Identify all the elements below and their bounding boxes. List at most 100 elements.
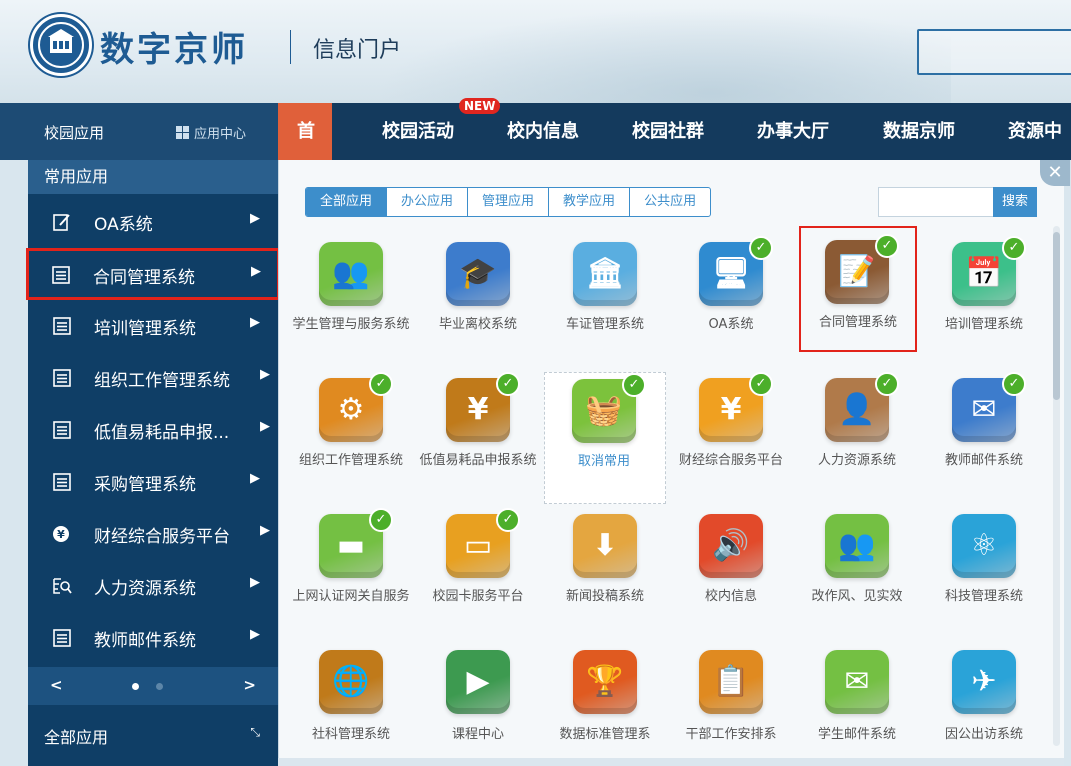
campus-apps-header: 校园应用 应用中心 xyxy=(0,103,278,160)
app-tile[interactable]: ▭ ✓ 校园卡服务平台 xyxy=(419,508,541,628)
sidebar-item-label: OA系统 xyxy=(94,215,153,235)
tab-teaching-apps[interactable]: 教学应用 xyxy=(549,188,631,216)
sidebar-item-label: 合同管理系统 xyxy=(93,268,195,288)
new-badge: NEW xyxy=(459,98,501,114)
app-tile[interactable]: ▶ 课程中心 xyxy=(419,644,541,764)
scrollbar-thumb[interactable] xyxy=(1053,232,1060,400)
grid-icon xyxy=(176,126,189,139)
search-button[interactable]: 搜索 xyxy=(993,187,1037,217)
app-tile[interactable]: 📅 ✓ 培训管理系统 xyxy=(925,236,1047,356)
university-logo[interactable] xyxy=(30,14,92,76)
graduation-cap-icon: 🎓 xyxy=(446,242,510,306)
app-tile[interactable]: 🎓 毕业离校系统 xyxy=(419,236,541,356)
checkmark-icon: ✓ xyxy=(369,508,393,532)
app-tile[interactable]: ⚛ 科技管理系统 xyxy=(925,508,1047,628)
finance-icon: ¥ xyxy=(52,524,72,544)
nav-service-hall[interactable]: 办事大厅 xyxy=(757,103,829,160)
list-icon xyxy=(52,420,72,440)
app-tile[interactable]: 👥 改作风、见实效 xyxy=(798,508,920,628)
speaker-icon: 🔊 xyxy=(699,514,763,578)
app-name: 校内信息 xyxy=(704,589,757,604)
app-search-input[interactable] xyxy=(878,187,994,217)
clipboard-icon: 📋 xyxy=(699,650,763,714)
app-tile[interactable]: ✉ ✓ 教师邮件系统 xyxy=(925,372,1047,492)
sidebar-item-contract[interactable]: 合同管理系统 ▶ xyxy=(26,248,280,300)
app-tile[interactable]: 🔊 校内信息 xyxy=(672,508,794,628)
header-search-input[interactable] xyxy=(917,29,1071,75)
all-apps-link[interactable]: 全部应用 ⤡ xyxy=(28,711,278,761)
sidebar-item-procurement[interactable]: 采购管理系统 ▶ xyxy=(28,456,278,508)
app-name: 低值易耗品申报系统 xyxy=(419,453,537,468)
close-button[interactable]: ✕ xyxy=(1040,160,1070,186)
chevron-right-icon: ▶ xyxy=(250,315,260,330)
pager-next-button[interactable]: > xyxy=(243,676,256,694)
app-tile[interactable]: ⚙ ✓ 组织工作管理系统 xyxy=(292,372,414,492)
list-icon xyxy=(52,628,72,648)
list-icon xyxy=(52,368,72,388)
sidebar-item-hr[interactable]: 人力资源系统 ▶ xyxy=(28,560,278,612)
nav-campus-activities[interactable]: 校园活动 xyxy=(382,103,454,160)
nav-resource-center[interactable]: 资源中 xyxy=(1008,103,1062,160)
sidebar: 常用应用 OA系统 ▶ 合同管理系统 ▶ 培训管理系统 ▶ 组织工作管理系统 ▶… xyxy=(26,160,280,766)
app-center-label: 应用中心 xyxy=(194,127,247,142)
svg-text:¥: ¥ xyxy=(57,528,65,541)
chevron-right-icon: ▶ xyxy=(250,211,260,226)
sidebar-item-finance[interactable]: ¥ 财经综合服务平台 ▶ xyxy=(28,508,278,560)
app-tile[interactable]: 👤 ✓ 人力资源系统 xyxy=(798,372,920,492)
sidebar-item-teacher-mail[interactable]: 教师邮件系统 ▶ xyxy=(28,612,278,664)
airplane-globe-icon: ✈ xyxy=(952,650,1016,714)
chevron-right-icon: ▶ xyxy=(250,627,260,642)
expand-icon: ⤡ xyxy=(250,725,260,739)
app-tile[interactable]: ▬ ✓ 上网认证网关自服务 xyxy=(292,508,414,628)
app-name: 教师邮件系统 xyxy=(944,453,1023,468)
nav-campus-community[interactable]: 校园社群 xyxy=(632,103,704,160)
chevron-right-icon: ▶ xyxy=(251,264,261,279)
checkmark-icon: ✓ xyxy=(496,508,520,532)
sidebar-title: 常用应用 xyxy=(28,160,278,194)
checkmark-icon: ✓ xyxy=(369,372,393,396)
sidebar-item-oa[interactable]: OA系统 ▶ xyxy=(28,196,278,248)
chevron-right-icon: ▶ xyxy=(250,575,260,590)
app-tile[interactable]: ¥ ✓ 财经综合服务平台 xyxy=(672,372,794,492)
app-tile[interactable]: 📋 干部工作安排系 xyxy=(672,644,794,764)
nav-campus-info[interactable]: 校内信息 xyxy=(507,103,579,160)
tab-office-apps[interactable]: 办公应用 xyxy=(387,188,469,216)
tab-public-apps[interactable]: 公共应用 xyxy=(630,188,710,216)
app-tile[interactable]: 🖥 ✓ OA系统 xyxy=(672,236,794,356)
nav-data-jingshi[interactable]: 数据京师 xyxy=(883,103,955,160)
app-name: 新闻投稿系统 xyxy=(565,589,644,604)
sidebar-item-organization[interactable]: 组织工作管理系统 ▶ xyxy=(28,352,278,404)
app-name: 因公出访系统 xyxy=(944,727,1023,742)
app-tile[interactable]: 🏆 数据标准管理系 xyxy=(546,644,668,764)
atom-icon: ⚛ xyxy=(952,514,1016,578)
app-tile[interactable]: 🌐 社科管理系统 xyxy=(292,644,414,764)
app-tile[interactable]: 🧺 ✓ 取消常用 xyxy=(544,372,666,504)
app-name: 科技管理系统 xyxy=(944,589,1023,604)
nav-home[interactable]: 首页 xyxy=(278,103,332,199)
checkmark-icon: ✓ xyxy=(875,372,899,396)
app-name: 车证管理系统 xyxy=(565,317,644,332)
app-tile[interactable]: 👥 学生管理与服务系统 xyxy=(292,236,414,356)
header-background-art xyxy=(351,0,951,103)
main-nav: 校园应用 应用中心 首页 校园活动 校内信息 校园社群 办事大厅 数据京师 资源… xyxy=(0,103,1071,199)
checkmark-icon: ✓ xyxy=(875,234,899,258)
pager-dot-active[interactable] xyxy=(132,683,139,690)
app-tile[interactable]: ✉ 学生邮件系统 xyxy=(798,644,920,764)
app-tile[interactable]: ✈ 因公出访系统 xyxy=(925,644,1047,764)
app-tile[interactable]: 🏛 车证管理系统 xyxy=(546,236,668,356)
app-tile[interactable]: ¥ ✓ 低值易耗品申报系统 xyxy=(419,372,541,492)
app-building-icon: 🏛 xyxy=(573,242,637,306)
sidebar-item-consumables[interactable]: 低值易耗品申报... ▶ xyxy=(28,404,278,456)
tab-all-apps[interactable]: 全部应用 xyxy=(306,188,388,216)
app-tile[interactable]: 📝 ✓ 合同管理系统 xyxy=(799,226,917,352)
checkmark-icon: ✓ xyxy=(749,372,773,396)
app-name: 毕业离校系统 xyxy=(438,317,517,332)
tab-management-apps[interactable]: 管理应用 xyxy=(468,188,550,216)
app-tile[interactable]: ⬇ 新闻投稿系统 xyxy=(546,508,668,628)
sidebar-item-training[interactable]: 培训管理系统 ▶ xyxy=(28,300,278,352)
app-center-link[interactable]: 应用中心 xyxy=(176,123,246,142)
pager-dot[interactable] xyxy=(156,683,163,690)
pager-prev-button[interactable]: < xyxy=(50,676,63,694)
app-name: 学生管理与服务系统 xyxy=(292,317,410,332)
app-name: 培训管理系统 xyxy=(944,317,1023,332)
